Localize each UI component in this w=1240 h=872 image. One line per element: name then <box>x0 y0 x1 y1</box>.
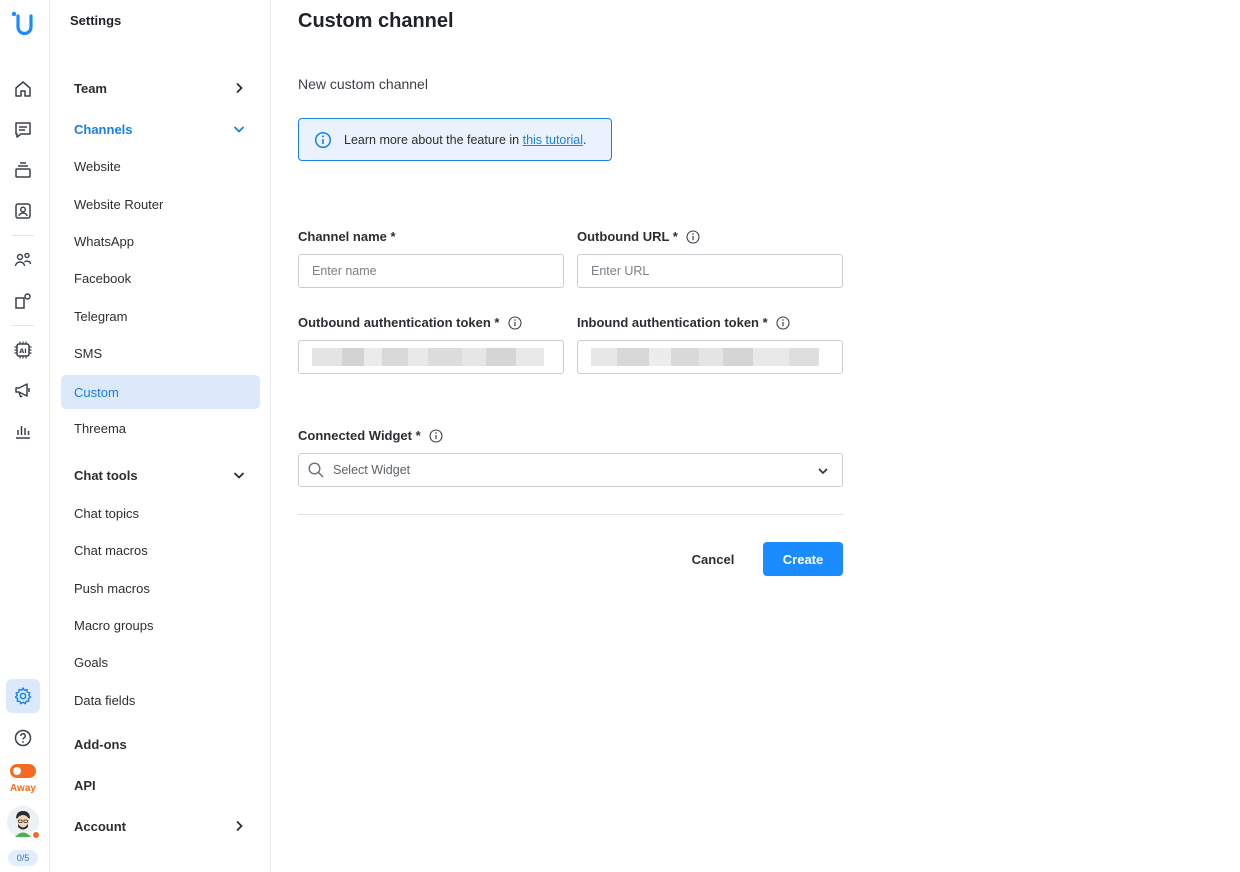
info-icon[interactable] <box>686 229 700 244</box>
settings-sidebar: Settings Team Channels Website Website R… <box>50 0 271 872</box>
megaphone-icon[interactable] <box>9 376 37 404</box>
channel-name-input[interactable] <box>312 264 563 278</box>
inbox-stack-icon[interactable] <box>9 156 37 184</box>
info-text: Learn more about the feature in this tut… <box>344 132 587 147</box>
sidebar-item-api[interactable]: API <box>61 768 260 802</box>
redacted-token <box>312 348 544 366</box>
sidebar-item-website[interactable]: Website <box>61 149 260 183</box>
analytics-icon[interactable] <box>9 417 37 445</box>
chevron-right-icon <box>236 820 243 832</box>
sidebar-item-channels[interactable]: Channels <box>61 112 260 146</box>
channel-name-field[interactable] <box>298 254 564 288</box>
sidebar-item-account[interactable]: Account <box>61 809 260 843</box>
info-icon[interactable] <box>776 315 790 330</box>
cancel-button[interactable]: Cancel <box>681 542 745 576</box>
sidebar-item-label: Channels <box>74 121 133 137</box>
sidebar-item-facebook[interactable]: Facebook <box>61 261 260 295</box>
main-content: Custom channel New custom channel Learn … <box>271 0 1240 872</box>
redacted-token <box>591 348 819 366</box>
connected-widget-label: Connected Widget * <box>298 428 443 443</box>
page-title: Custom channel <box>298 10 454 32</box>
sidebar-item-macro-groups[interactable]: Macro groups <box>61 608 260 642</box>
apps-icon[interactable] <box>9 287 37 315</box>
channel-name-label: Channel name * <box>298 229 396 244</box>
settings-icon[interactable] <box>6 679 40 713</box>
sidebar-item-label: Team <box>74 80 107 96</box>
svg-text:AI: AI <box>19 347 26 355</box>
sidebar-item-chat-tools[interactable]: Chat tools <box>61 458 260 492</box>
widget-select[interactable]: Select Widget <box>298 453 843 487</box>
outbound-url-label: Outbound URL * <box>577 229 700 244</box>
inbound-token-label: Inbound authentication token * <box>577 315 790 330</box>
page-subtitle: New custom channel <box>298 76 428 92</box>
chevron-right-icon <box>236 82 243 94</box>
create-button[interactable]: Create <box>763 542 843 576</box>
sidebar-item-team[interactable]: Team <box>61 71 260 105</box>
widget-select-placeholder: Select Widget <box>333 463 411 477</box>
sidebar-item-chat-topics[interactable]: Chat topics <box>61 496 260 530</box>
status-label: Away <box>10 783 36 794</box>
status-dot <box>31 830 41 840</box>
outbound-token-field[interactable] <box>298 340 564 374</box>
away-status-toggle[interactable] <box>10 764 36 778</box>
search-icon <box>308 462 324 478</box>
sidebar-item-threema[interactable]: Threema <box>61 411 260 445</box>
sidebar-item-whatsapp[interactable]: WhatsApp <box>61 224 260 258</box>
tutorial-link[interactable]: this tutorial <box>523 133 583 147</box>
home-icon[interactable] <box>9 75 37 103</box>
chevron-down-icon <box>818 468 828 475</box>
sidebar-item-push-macros[interactable]: Push macros <box>61 571 260 605</box>
app-root: AI Away 0/5 Settings Team Channels Websi… <box>0 0 1240 872</box>
sidebar-title: Settings <box>70 13 122 28</box>
divider <box>298 514 843 515</box>
outbound-url-input[interactable] <box>591 264 842 278</box>
ai-chip-icon[interactable]: AI <box>9 336 37 364</box>
sidebar-item-custom[interactable]: Custom <box>61 375 260 409</box>
outbound-url-field[interactable] <box>577 254 843 288</box>
inbound-token-field[interactable] <box>577 340 843 374</box>
avatar[interactable] <box>7 806 41 840</box>
sidebar-item-add-ons[interactable]: Add-ons <box>61 727 260 761</box>
sidebar-item-label: Chat tools <box>74 467 138 483</box>
info-icon <box>314 131 332 148</box>
help-icon[interactable] <box>9 724 37 752</box>
sidebar-item-goals[interactable]: Goals <box>61 645 260 679</box>
sidebar-item-label: Account <box>74 818 126 834</box>
contacts-icon[interactable] <box>9 197 37 225</box>
chevron-down-icon <box>233 126 245 133</box>
sidebar-item-chat-macros[interactable]: Chat macros <box>61 533 260 567</box>
sidebar-item-telegram[interactable]: Telegram <box>61 299 260 333</box>
info-icon[interactable] <box>507 315 522 330</box>
sidebar-item-website-router[interactable]: Website Router <box>61 187 260 221</box>
info-banner: Learn more about the feature in this tut… <box>298 118 612 161</box>
team-icon[interactable] <box>9 246 37 274</box>
chat-counter-badge: 0/5 <box>8 850 38 866</box>
chevron-down-icon <box>233 472 245 479</box>
info-icon[interactable] <box>429 428 443 443</box>
outbound-token-label: Outbound authentication token * <box>298 315 522 330</box>
icon-rail: AI Away 0/5 <box>0 0 50 872</box>
sidebar-item-data-fields[interactable]: Data fields <box>61 683 260 717</box>
sidebar-item-sms[interactable]: SMS <box>61 336 260 370</box>
userlike-logo-icon[interactable] <box>9 8 39 40</box>
chat-icon[interactable] <box>9 116 37 144</box>
